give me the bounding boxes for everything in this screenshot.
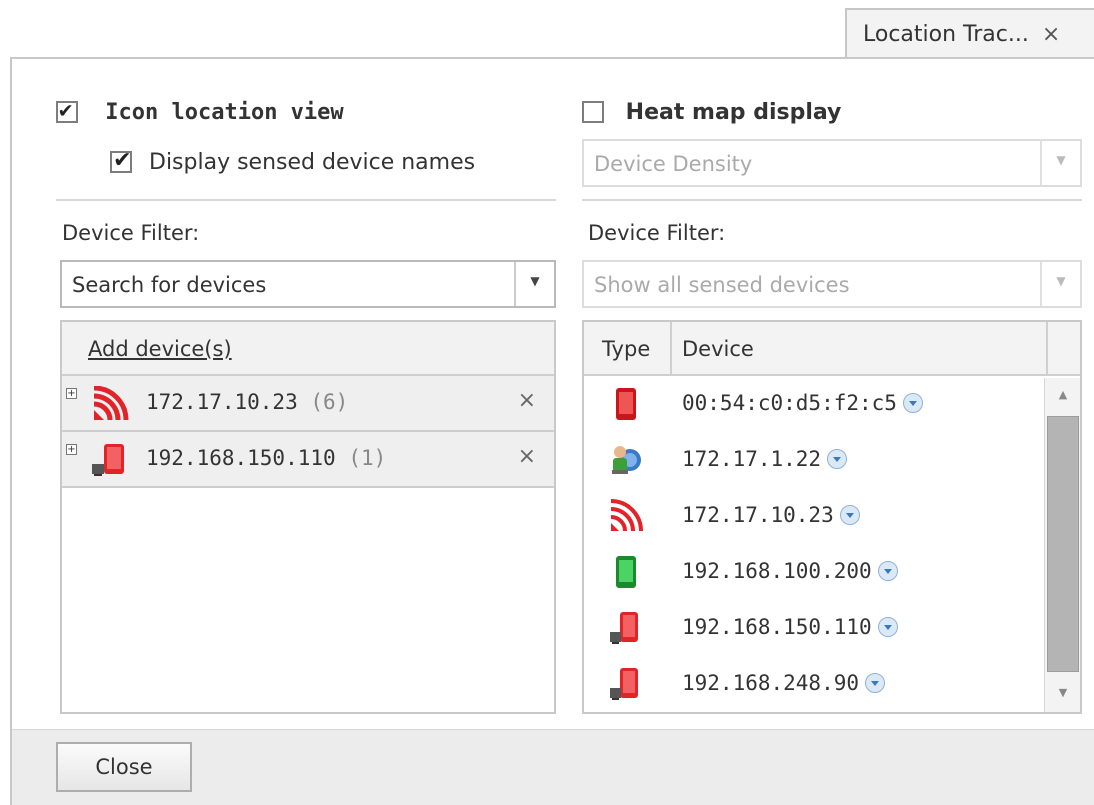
device-name: 00:54:c0:d5:f2:c5 xyxy=(682,391,897,415)
remove-icon[interactable]: × xyxy=(518,444,536,469)
display-sensed-names-checkbox[interactable] xyxy=(110,148,132,173)
device-name: 192.168.248.90 xyxy=(682,671,860,695)
column-header-device[interactable]: Device xyxy=(672,322,1048,374)
device-name: 192.168.150.110 xyxy=(682,615,872,639)
icon-location-view-checkbox[interactable] xyxy=(56,98,78,123)
heat-map-display-checkbox[interactable] xyxy=(582,101,604,123)
right-device-filter-label: Device Filter: xyxy=(588,221,726,245)
table-header: Type Device xyxy=(584,322,1080,376)
column-header-type[interactable]: Type xyxy=(584,322,672,374)
sensed-devices-table: Type Device 00:54:c0:d5:f2:c5 172.17.1.2… xyxy=(582,320,1082,714)
icon-location-view-label: Icon location view xyxy=(105,99,344,125)
display-sensed-names-label: Display sensed device names xyxy=(149,149,476,175)
chevron-down-icon: ▼ xyxy=(1040,141,1080,185)
mobile-device-red-icon xyxy=(90,442,136,483)
device-name: 192.168.150.110 xyxy=(146,446,336,470)
table-row[interactable]: 172.17.10.23 xyxy=(584,488,1080,544)
list-item[interactable]: + 192.168.150.110 (1) × xyxy=(62,432,554,488)
wireless-ap-icon xyxy=(90,385,136,427)
phone-green-icon xyxy=(608,554,644,595)
row-menu-icon[interactable] xyxy=(839,505,860,525)
dialog-footer: Close xyxy=(12,729,1094,805)
device-count: (6) xyxy=(310,390,349,414)
row-menu-icon[interactable] xyxy=(877,561,898,581)
divider-left xyxy=(56,199,556,201)
add-devices-bar: Add device(s) xyxy=(62,322,554,376)
selected-devices-list: Add device(s) + 172.17.10.23 (6) × + 192… xyxy=(60,320,556,714)
device-search-value: Search for devices xyxy=(72,273,267,297)
add-devices-link[interactable]: Add device(s) xyxy=(88,337,232,361)
table-row[interactable]: 192.168.100.200 xyxy=(584,544,1080,600)
row-menu-icon[interactable] xyxy=(865,673,886,693)
list-item[interactable]: + 172.17.10.23 (6) × xyxy=(62,376,554,432)
sensed-devices-value: Show all sensed devices xyxy=(594,273,850,297)
user-computer-icon xyxy=(608,442,644,483)
heat-map-mode-select[interactable]: Device Density ▼ xyxy=(582,139,1082,187)
table-row[interactable]: 172.17.1.22 xyxy=(584,432,1080,488)
location-tracking-panel: Icon location view Display sensed device… xyxy=(10,57,1094,805)
close-button[interactable]: Close xyxy=(56,742,192,792)
vertical-scrollbar[interactable]: ▲ ▼ xyxy=(1044,378,1080,712)
left-device-filter-label: Device Filter: xyxy=(62,221,200,245)
divider-right xyxy=(582,199,1082,201)
remove-icon[interactable]: × xyxy=(518,388,536,413)
row-menu-icon[interactable] xyxy=(827,449,848,469)
wireless-ap-icon xyxy=(608,498,644,539)
mobile-device-red-icon xyxy=(608,666,644,707)
expand-icon[interactable]: + xyxy=(66,388,77,399)
tab-close-icon[interactable]: × xyxy=(1042,22,1060,47)
icon-location-view-option[interactable]: Icon location view xyxy=(56,98,344,125)
device-name: 192.168.100.200 xyxy=(682,559,872,583)
heat-map-mode-value: Device Density xyxy=(594,152,753,176)
device-count: (1) xyxy=(348,446,387,470)
phone-red-icon xyxy=(608,386,644,427)
table-row[interactable]: 00:54:c0:d5:f2:c5 xyxy=(584,376,1080,432)
scroll-up-icon[interactable]: ▲ xyxy=(1045,378,1080,414)
device-search-combobox[interactable]: Search for devices ▼ xyxy=(60,260,556,308)
display-sensed-names-option[interactable]: Display sensed device names xyxy=(110,148,476,175)
mobile-device-red-icon xyxy=(608,610,644,651)
device-name: 172.17.10.23 xyxy=(146,390,298,414)
heat-map-display-option[interactable]: Heat map display xyxy=(582,99,841,125)
device-name: 172.17.10.23 xyxy=(682,503,834,527)
sensed-devices-select[interactable]: Show all sensed devices ▼ xyxy=(582,260,1082,308)
chevron-down-icon: ▼ xyxy=(1040,262,1080,306)
row-menu-icon[interactable] xyxy=(877,617,898,637)
heat-map-display-label: Heat map display xyxy=(625,99,842,125)
scroll-down-icon[interactable]: ▼ xyxy=(1045,676,1080,712)
tab-label: Location Trac... xyxy=(863,22,1029,47)
chevron-down-icon[interactable]: ▼ xyxy=(514,262,554,306)
device-name: 172.17.1.22 xyxy=(682,447,822,471)
tab-location-tracking[interactable]: Location Trac... × xyxy=(845,8,1094,58)
scrollbar-thumb[interactable] xyxy=(1047,416,1079,672)
expand-icon[interactable]: + xyxy=(66,444,77,455)
table-row[interactable]: 192.168.150.110 xyxy=(584,600,1080,656)
row-menu-icon[interactable] xyxy=(902,393,923,413)
table-row[interactable]: 192.168.248.90 xyxy=(584,656,1080,712)
